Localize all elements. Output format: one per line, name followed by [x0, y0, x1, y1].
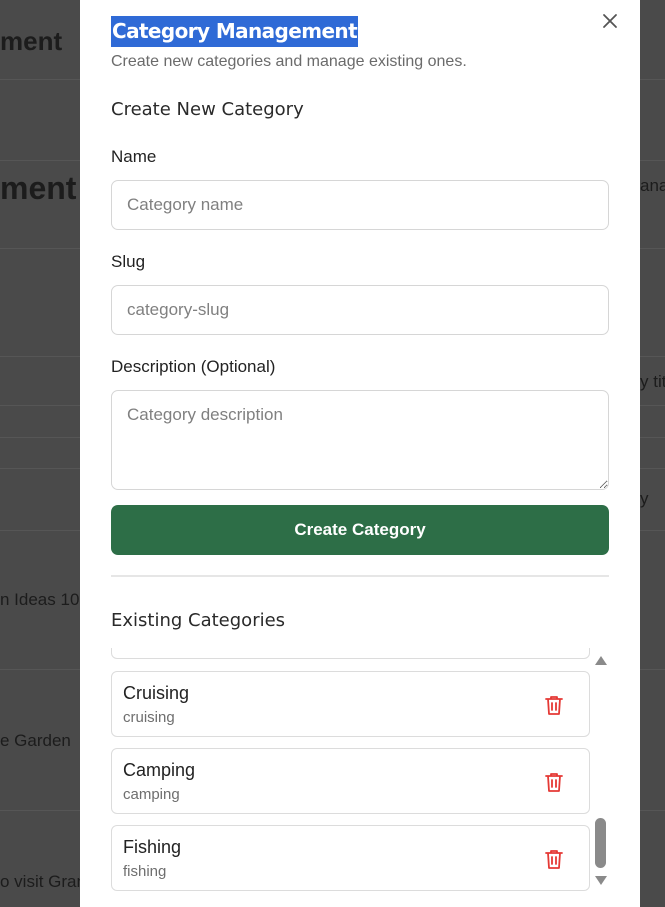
close-icon: [603, 14, 617, 28]
category-slug: cruising: [123, 709, 175, 726]
category-item-cruising: Cruising cruising: [111, 671, 590, 737]
name-label: Name: [111, 147, 157, 166]
bg-row-title: o visit Gran: [0, 872, 86, 891]
bg-right-text: y tit: [640, 372, 665, 391]
category-item-fishing: Fishing fishing: [111, 825, 590, 891]
scroll-thumb[interactable]: [595, 818, 606, 868]
trash-icon: [545, 850, 563, 869]
bg-section-heading: ment: [0, 170, 77, 206]
category-management-modal: Category Management Create new categorie…: [80, 0, 640, 907]
close-button[interactable]: [599, 10, 621, 32]
delete-category-button[interactable]: [544, 848, 564, 870]
category-item-camping: Camping camping: [111, 748, 590, 814]
category-description-input[interactable]: [111, 390, 609, 490]
modal-title: Category Management: [111, 16, 359, 47]
category-slug: camping: [123, 786, 180, 803]
list-item: [111, 648, 590, 659]
delete-category-button[interactable]: [544, 694, 564, 716]
category-slug-input[interactable]: [111, 285, 609, 335]
bg-right-text: ana: [640, 176, 665, 195]
category-name: Cruising: [123, 683, 190, 703]
existing-categories-list[interactable]: Cruising cruising Camping camping Fishin…: [111, 648, 609, 907]
create-category-button[interactable]: Create Category: [111, 505, 609, 555]
bg-page-heading: ment: [0, 26, 63, 56]
existing-section-heading: Existing Categories: [111, 610, 286, 631]
section-divider: [111, 575, 609, 577]
trash-icon: [545, 696, 563, 715]
scroll-down-arrow-icon[interactable]: [595, 876, 607, 885]
bg-row-title: n Ideas 10: [0, 590, 80, 609]
bg-right-text: y: [640, 489, 649, 508]
category-name-input[interactable]: [111, 180, 609, 230]
modal-subtitle: Create new categories and manage existin…: [111, 53, 467, 70]
list-scrollbar[interactable]: [592, 648, 609, 907]
description-label: Description (Optional): [111, 357, 276, 376]
create-section-heading: Create New Category: [111, 99, 304, 120]
scroll-up-arrow-icon[interactable]: [595, 656, 607, 665]
category-name: Fishing: [123, 837, 182, 857]
category-name: Camping: [123, 760, 196, 780]
trash-icon: [545, 773, 563, 792]
slug-label: Slug: [111, 252, 146, 271]
bg-row-title: e Garden: [0, 731, 71, 750]
delete-category-button[interactable]: [544, 771, 564, 793]
category-slug: fishing: [123, 863, 167, 880]
